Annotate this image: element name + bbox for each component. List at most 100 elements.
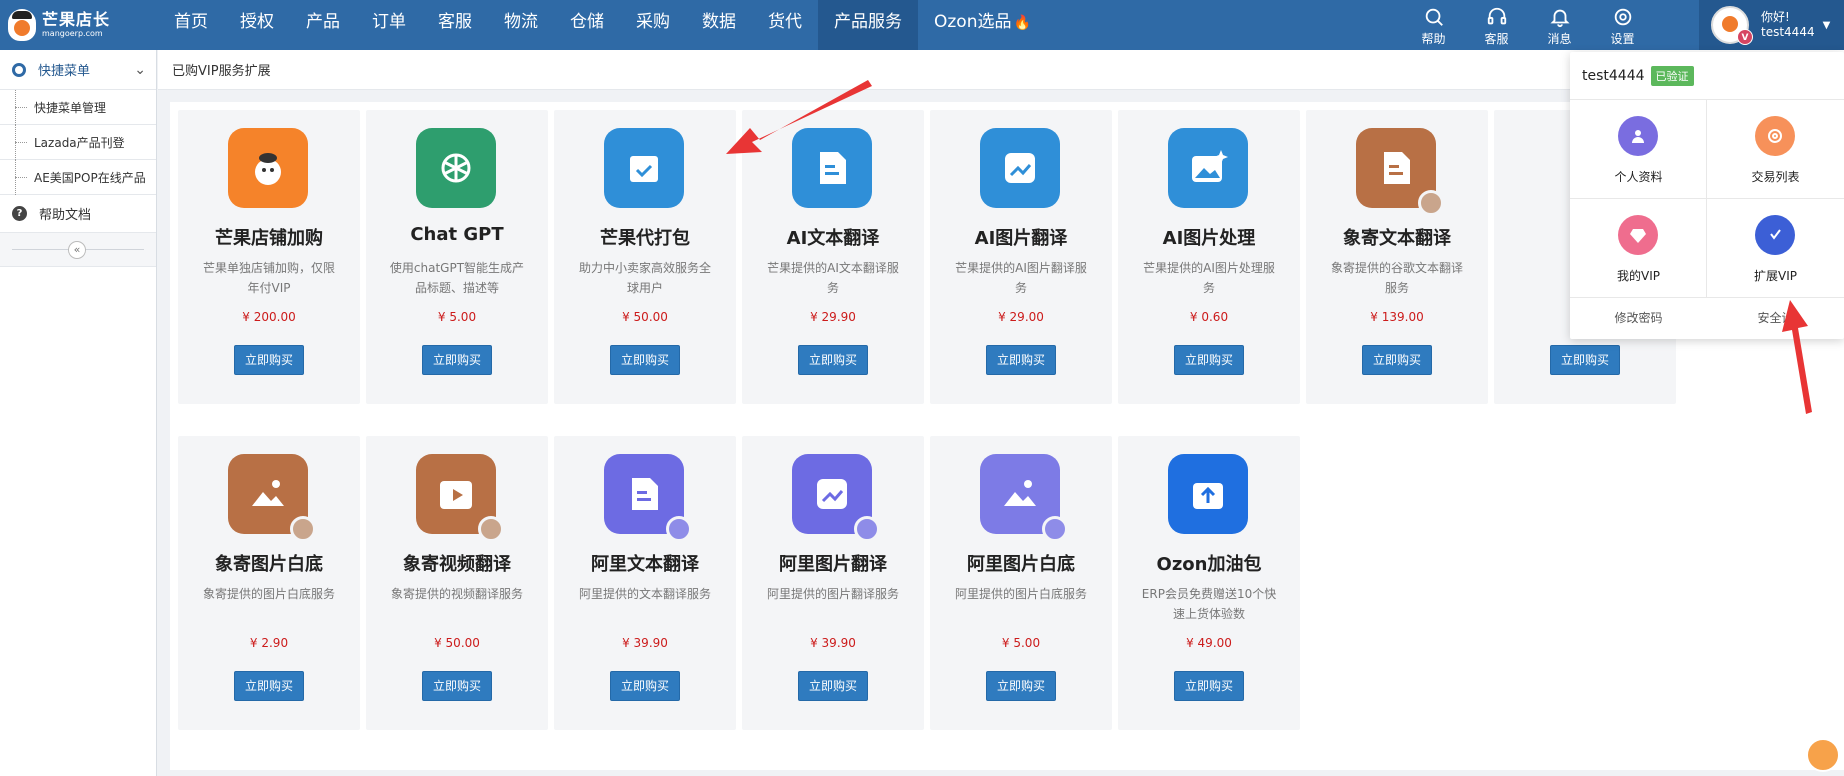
buy-now-button[interactable]: 立即购买 — [1174, 345, 1244, 375]
card-title: 阿里图片翻译 — [779, 554, 887, 575]
logo-title: 芒果店长 — [42, 10, 111, 29]
ali-badge-icon — [666, 516, 692, 542]
sidebar-help-label: 帮助文档 — [39, 208, 92, 223]
nav-authorization[interactable]: 授权 — [224, 0, 290, 50]
card-title: 象寄文本翻译 — [1343, 228, 1451, 249]
nav-product-services[interactable]: 产品服务 — [818, 0, 918, 50]
sidebar-menu-header[interactable]: 快捷菜单 ⌄ — [0, 50, 156, 90]
card-price: ¥ 29.90 — [810, 310, 856, 324]
buy-now-button[interactable]: 立即购买 — [422, 671, 492, 701]
card-description: 使用chatGPT智能生成产品标题、描述等 — [389, 261, 525, 295]
nav-data[interactable]: 数据 — [686, 0, 752, 50]
card-description: 象寄提供的图片白底服务 — [202, 587, 335, 601]
card-description: 阿里提供的图片翻译服务 — [766, 587, 899, 601]
service-card: Ozon加油包 ERP会员免费赠送10个快速上货体验数 ¥ 49.00 立即购买 — [1118, 436, 1300, 730]
change-password-link[interactable]: 修改密码 — [1570, 298, 1707, 339]
card-description: 阿里提供的文本翻译服务 — [578, 587, 711, 601]
search-icon — [1425, 8, 1443, 26]
message-button[interactable]: 消息 — [1528, 0, 1591, 50]
top-nav-bar: 芒果店长 mangoerp.com 首页 授权 产品 订单 客服 物流 仓储 采… — [0, 0, 1844, 50]
buy-now-button[interactable]: 立即购买 — [986, 671, 1056, 701]
menu-extend-vip-label: 扩展VIP — [1754, 269, 1797, 283]
nav-warehouse[interactable]: 仓储 — [554, 0, 620, 50]
service-card: 芒果店铺加购 芒果单独店铺加购，仅限年付VIP ¥ 200.00 立即购买 — [178, 110, 360, 404]
service-card: 象寄视频翻译 象寄提供的视频翻译服务 ¥ 50.00 立即购买 — [366, 436, 548, 730]
service-button[interactable]: 客服 — [1465, 0, 1528, 50]
sidebar-item-lazada-listing[interactable]: Lazada产品刊登 — [0, 125, 156, 160]
service-card: Chat GPT 使用chatGPT智能生成产品标题、描述等 ¥ 5.00 立即… — [366, 110, 548, 404]
service-card: AI图片翻译 芒果提供的AI图片翻译服务 ¥ 29.00 立即购买 — [930, 110, 1112, 404]
mango-mascot-icon[interactable] — [1806, 738, 1840, 772]
video-play-icon — [416, 454, 504, 542]
card-price: ¥ 39.90 — [622, 636, 668, 650]
diamond-icon — [1618, 215, 1658, 255]
card-title: Chat GPT — [410, 224, 504, 245]
snail-badge-icon — [478, 516, 504, 542]
menu-transactions[interactable]: 交易列表 — [1707, 100, 1844, 199]
card-title: 阿里图片白底 — [967, 554, 1075, 575]
snail-badge-icon — [1418, 190, 1444, 216]
menu-profile[interactable]: 个人资料 — [1570, 100, 1707, 199]
logo[interactable]: 芒果店长 mangoerp.com — [0, 0, 150, 50]
nav-logistics[interactable]: 物流 — [488, 0, 554, 50]
card-price: ¥ 5.00 — [437, 310, 477, 324]
buy-now-button[interactable]: 立即购买 — [986, 345, 1056, 375]
document-icon — [1356, 128, 1444, 216]
collapse-sidebar-button[interactable]: « — [68, 241, 86, 259]
card-price: ¥ 2.90 — [249, 636, 289, 650]
sidebar-item-shortcut-manage[interactable]: 快捷菜单管理 — [0, 90, 156, 125]
headset-icon — [1487, 7, 1506, 25]
buy-now-button[interactable]: 立即购买 — [234, 345, 304, 375]
menu-extend-vip[interactable]: 扩展VIP — [1707, 199, 1844, 298]
card-title: 象寄视频翻译 — [403, 554, 511, 575]
image-translate-icon — [792, 454, 880, 542]
buy-now-button[interactable]: 立即购买 — [1174, 671, 1244, 701]
card-title: AI文本翻译 — [786, 228, 880, 249]
buy-now-button[interactable]: 立即购买 — [1362, 345, 1432, 375]
upload-box-icon — [1168, 454, 1248, 534]
buy-now-button[interactable]: 立即购买 — [422, 345, 492, 375]
card-title: 芒果店铺加购 — [215, 228, 323, 249]
card-title: 象寄图片白底 — [215, 554, 323, 575]
user-icon — [1618, 116, 1658, 156]
buy-now-button[interactable]: 立即购买 — [1550, 345, 1620, 375]
image-icon — [228, 454, 316, 542]
snail-badge-icon — [290, 516, 316, 542]
chatgpt-icon — [416, 128, 496, 208]
main-nav: 首页 授权 产品 订单 客服 物流 仓储 采购 数据 货代 产品服务 Ozon选… — [158, 0, 1047, 50]
nav-products[interactable]: 产品 — [290, 0, 356, 50]
card-title: AI图片处理 — [1162, 228, 1256, 249]
user-greeting: 你好! — [1761, 10, 1790, 24]
nav-forwarder[interactable]: 货代 — [752, 0, 818, 50]
sidebar-item-help-docs[interactable]: ? 帮助文档 — [0, 195, 156, 233]
card-price: ¥ 5.00 — [1001, 636, 1041, 650]
nav-home[interactable]: 首页 — [158, 0, 224, 50]
buy-now-button[interactable]: 立即购买 — [610, 671, 680, 701]
card-title: 阿里文本翻译 — [591, 554, 699, 575]
image-translate-icon — [980, 128, 1060, 208]
ali-badge-icon — [1042, 516, 1068, 542]
extend-vip-icon — [1755, 215, 1795, 255]
card-description: 芒果提供的AI文本翻译服务 — [767, 261, 899, 295]
buy-now-button[interactable]: 立即购买 — [798, 671, 868, 701]
nav-purchasing[interactable]: 采购 — [620, 0, 686, 50]
buy-now-button[interactable]: 立即购买 — [234, 671, 304, 701]
settings-label: 设置 — [1610, 32, 1635, 46]
security-settings-link[interactable]: 安全设 — [1707, 298, 1844, 339]
question-icon: ? — [12, 206, 27, 221]
card-price: ¥ 39.90 — [810, 636, 856, 650]
buy-now-button[interactable]: 立即购买 — [610, 345, 680, 375]
nav-orders[interactable]: 订单 — [356, 0, 422, 50]
settings-button[interactable]: 设置 — [1591, 0, 1654, 50]
card-price: ¥ 49.00 — [1186, 636, 1232, 650]
card-price: ¥ 139.00 — [1370, 310, 1424, 324]
nav-customer-service[interactable]: 客服 — [422, 0, 488, 50]
flame-icon: 🔥 — [1013, 15, 1031, 31]
menu-my-vip[interactable]: 我的VIP — [1570, 199, 1707, 298]
buy-now-button[interactable]: 立即购买 — [798, 345, 868, 375]
nav-ozon-selection[interactable]: Ozon选品 🔥 — [918, 0, 1047, 50]
sidebar-item-ae-pop-products[interactable]: AE美国POP在线产品 — [0, 160, 156, 195]
user-menu[interactable]: V 你好! test4444 ▼ — [1699, 0, 1844, 50]
service-card: 象寄文本翻译 象寄提供的谷歌文本翻译服务 ¥ 139.00 立即购买 — [1306, 110, 1488, 404]
help-button[interactable]: 帮助 — [1402, 0, 1465, 50]
